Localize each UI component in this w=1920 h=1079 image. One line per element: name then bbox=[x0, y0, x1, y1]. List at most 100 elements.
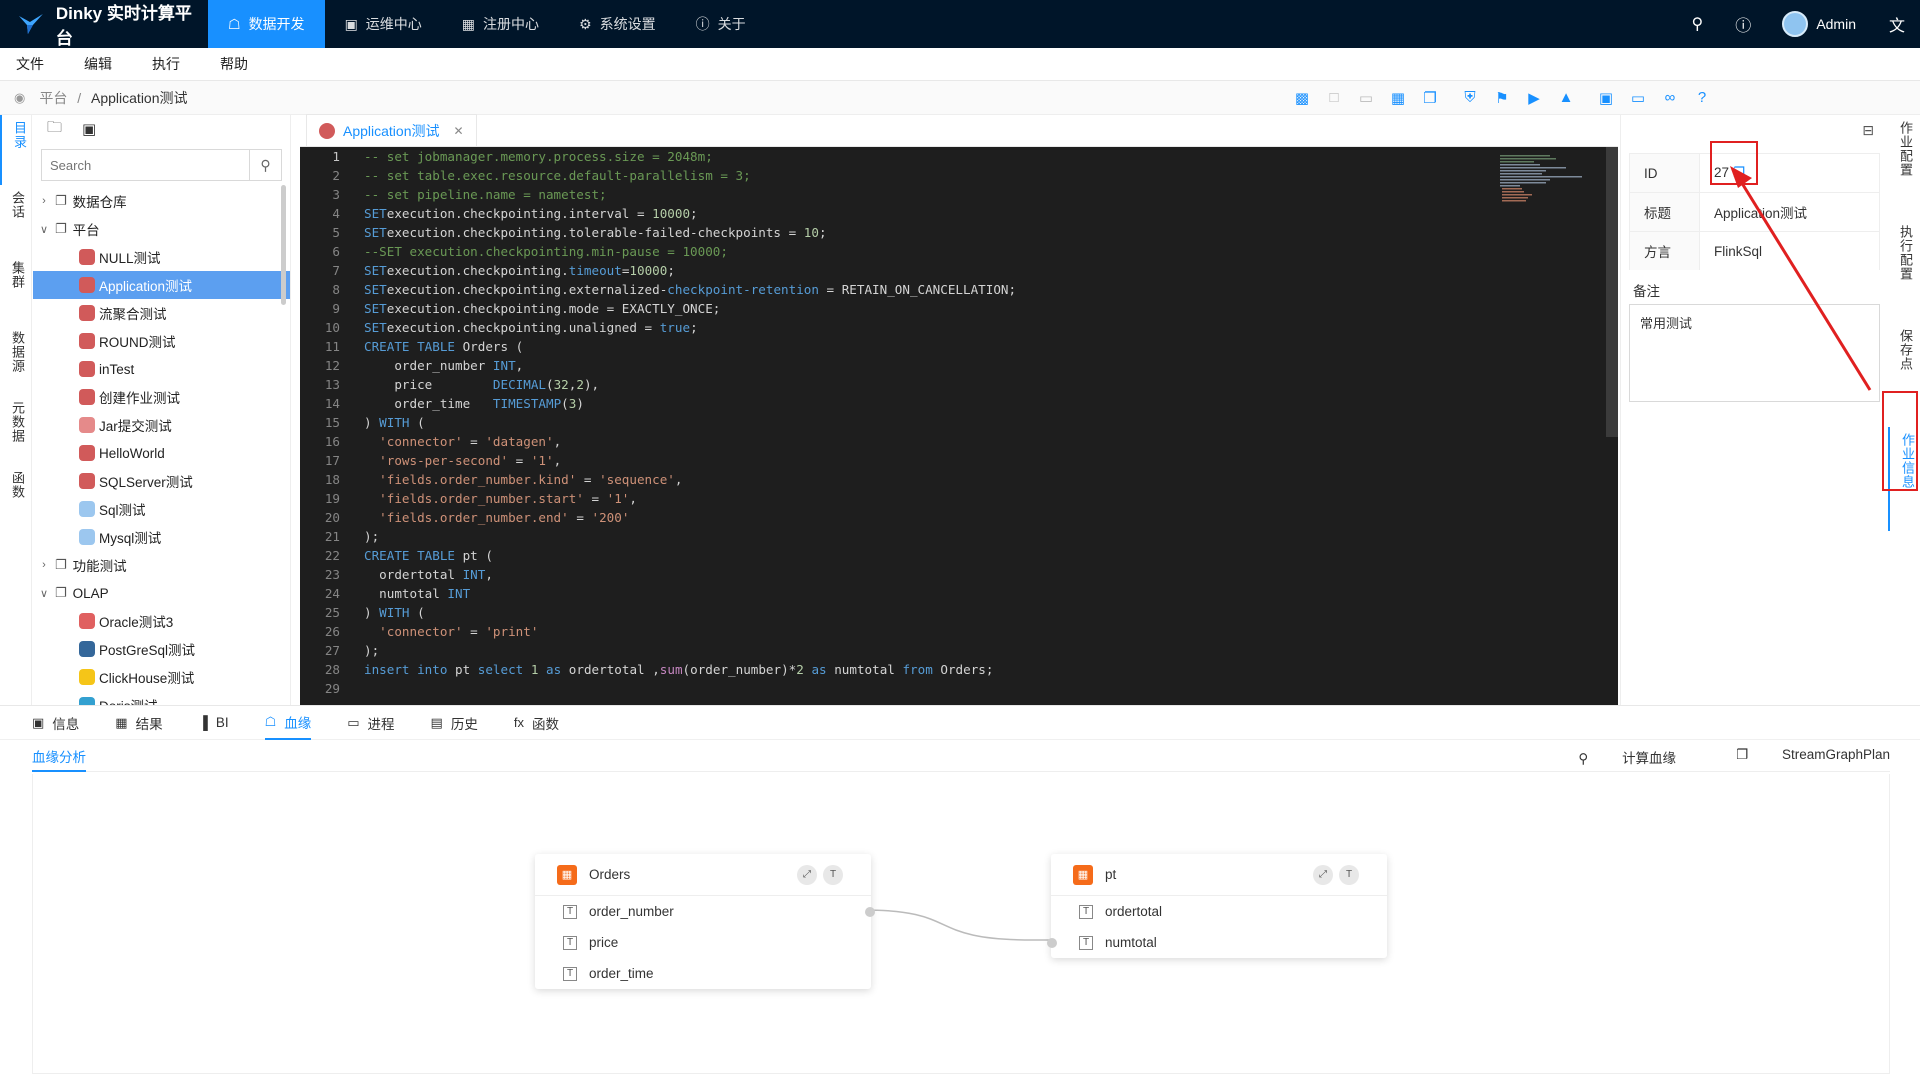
right-tab-1[interactable]: 执行配置 bbox=[1888, 219, 1915, 323]
console-icon[interactable]: ▩ bbox=[1286, 89, 1318, 107]
editor-scrollbar[interactable] bbox=[1606, 147, 1618, 437]
menu-item-1[interactable]: 编辑 bbox=[84, 54, 112, 74]
left-tab-4[interactable]: 元数据 bbox=[0, 395, 27, 465]
code-line: 23 ordertotal INT, bbox=[300, 565, 1618, 584]
editor-minimap[interactable] bbox=[1500, 153, 1590, 207]
lineage-column[interactable]: Tprice bbox=[535, 927, 871, 958]
question-icon[interactable]: ? bbox=[1686, 89, 1718, 107]
tree-node[interactable]: ClickHouse测试 bbox=[33, 663, 290, 691]
bottom-tab-2[interactable]: ▐ BI bbox=[199, 706, 229, 740]
flag-icon[interactable]: ⚑ bbox=[1486, 89, 1518, 107]
collapse-panel-icon[interactable]: ⊟ bbox=[1862, 122, 1874, 139]
search-button-icon[interactable]: ⚲ bbox=[249, 150, 281, 180]
edge-source-dot[interactable] bbox=[865, 906, 875, 917]
lineage-table-node[interactable]: ▦ pt ⤢ T Tordertotal Tnumtotal bbox=[1047, 854, 1387, 958]
tree-node[interactable]: inTest bbox=[33, 355, 290, 383]
delete-icon[interactable]: ▭ bbox=[1622, 89, 1654, 107]
tree-node[interactable]: ∨ ❐ 平台 bbox=[33, 215, 290, 243]
editor-tab[interactable]: Application测试 ✕ bbox=[306, 114, 477, 146]
help-icon[interactable]: ⓘ bbox=[1720, 12, 1766, 36]
left-tab-5[interactable]: 函数 bbox=[0, 465, 27, 535]
tree-node[interactable]: › ❐ 数据仓库 bbox=[33, 187, 290, 215]
run-icon[interactable]: ▶ bbox=[1518, 89, 1550, 107]
tree-node[interactable]: HelloWorld bbox=[33, 439, 290, 467]
check-icon[interactable]: ⛨ bbox=[1454, 89, 1486, 107]
tree-node[interactable]: Application测试 bbox=[33, 271, 290, 299]
line-number: 22 bbox=[324, 548, 340, 563]
code-text: ); bbox=[364, 643, 380, 658]
line-number: 12 bbox=[324, 358, 340, 373]
deploy-icon[interactable]: ▲ bbox=[1550, 89, 1582, 107]
nav-item-4[interactable]: ⓘ 关于 bbox=[676, 0, 766, 48]
nav-item-0[interactable]: ☖ 数据开发 bbox=[208, 0, 325, 48]
lineage-column[interactable]: Torder_number bbox=[535, 896, 875, 927]
folder-icon[interactable]: 🗀 bbox=[47, 117, 62, 142]
tree-node[interactable]: Sql测试 bbox=[33, 495, 290, 523]
menu-item-3[interactable]: 帮助 bbox=[220, 54, 248, 74]
tree-node[interactable]: Jar提交测试 bbox=[33, 411, 290, 439]
tree-node[interactable]: 流聚合测试 bbox=[33, 299, 290, 327]
nav-item-3[interactable]: ⚙ 系统设置 bbox=[559, 0, 676, 48]
copy-icon[interactable]: ❐ bbox=[1414, 89, 1446, 107]
tree-node[interactable]: ∨ ❐ OLAP bbox=[33, 579, 290, 607]
new-file-icon[interactable]: □ bbox=[1318, 89, 1350, 107]
edge-target-dot[interactable] bbox=[1047, 937, 1057, 948]
tree-node[interactable]: SQLServer测试 bbox=[33, 467, 290, 495]
left-tab-0[interactable]: 目录 bbox=[0, 115, 29, 185]
search-input[interactable] bbox=[42, 150, 249, 180]
tree-node[interactable]: 创建作业测试 bbox=[33, 383, 290, 411]
menu-item-2[interactable]: 执行 bbox=[152, 54, 180, 74]
bottom-tab-0[interactable]: ▣ 信息 bbox=[32, 706, 79, 740]
tree-node[interactable]: NULL测试 bbox=[33, 243, 290, 271]
bottom-tab-5[interactable]: ▤ 历史 bbox=[431, 706, 478, 740]
language-icon[interactable]: 文 bbox=[1874, 12, 1920, 36]
bottom-tab-4[interactable]: ▭ 进程 bbox=[347, 706, 394, 740]
camera-icon[interactable]: ▣ bbox=[1590, 89, 1622, 107]
close-icon[interactable]: ✕ bbox=[454, 124, 464, 138]
left-tab-1[interactable]: 会话 bbox=[0, 185, 27, 255]
lineage-table-name: pt bbox=[1105, 867, 1117, 882]
lineage-column-name: order_number bbox=[589, 904, 674, 919]
tree-node[interactable]: PostGreSql测试 bbox=[33, 635, 290, 663]
code-editor[interactable]: 1 -- set jobmanager.memory.process.size =… bbox=[300, 147, 1618, 705]
tree-scrollbar[interactable] bbox=[281, 185, 286, 305]
lineage-column[interactable]: Torder_time bbox=[535, 958, 871, 989]
tree-node[interactable]: ROUND测试 bbox=[33, 327, 290, 355]
lineage-column[interactable]: Tordertotal bbox=[1051, 896, 1387, 927]
chevron-right-icon[interactable]: › bbox=[33, 559, 55, 571]
chevron-down-icon[interactable]: ∨ bbox=[33, 587, 55, 600]
collapse-all-icon[interactable]: ▣ bbox=[82, 120, 96, 138]
breadcrumb-root[interactable]: 平台 bbox=[39, 90, 67, 106]
bottom-tab-3[interactable]: ☖ 血缘 bbox=[264, 706, 312, 740]
tree-node[interactable]: Mysql测试 bbox=[33, 523, 290, 551]
nav-item-2[interactable]: ▦ 注册中心 bbox=[442, 0, 559, 48]
expand-icon[interactable]: ⤢ bbox=[797, 864, 817, 885]
nav-item-1[interactable]: ▣ 运维中心 bbox=[325, 0, 442, 48]
lineage-column[interactable]: Tnumtotal bbox=[1047, 927, 1387, 958]
tree-node[interactable]: Oracle测试3 bbox=[33, 607, 290, 635]
menu-item-0[interactable]: 文件 bbox=[16, 54, 44, 74]
nav-item-label: 注册中心 bbox=[483, 16, 540, 32]
bottom-tab-6[interactable]: fx 函数 bbox=[514, 706, 559, 740]
open-folder-icon[interactable]: ▭ bbox=[1350, 89, 1382, 107]
lineage-canvas[interactable]: ▦ Orders ⤢ T Torder_number Tprice Torder_time ▦… bbox=[32, 774, 1890, 1074]
chevron-down-icon[interactable]: ∨ bbox=[33, 223, 55, 236]
stream-graph-plan-button[interactable]: ❐ StreamGraphPlan bbox=[1706, 747, 1890, 767]
chevron-right-icon[interactable]: › bbox=[33, 195, 55, 207]
user-menu[interactable]: Admin bbox=[1766, 11, 1874, 37]
tree-node[interactable]: › ❐ 功能测试 bbox=[33, 551, 290, 579]
lineage-table-node[interactable]: ▦ Orders ⤢ T Torder_number Tprice Torder_time bbox=[535, 854, 875, 989]
expand-icon[interactable]: ⤢ bbox=[1313, 864, 1333, 885]
app-logo[interactable]: Dinky 实时计算平台 bbox=[0, 0, 208, 49]
bottom-tab-1[interactable]: ▦ 结果 bbox=[115, 706, 162, 740]
lineage-analysis-tab[interactable]: 血缘分析 bbox=[32, 742, 86, 772]
save-icon[interactable]: ▦ bbox=[1382, 89, 1414, 107]
text-type-icon[interactable]: T bbox=[1339, 864, 1359, 885]
left-tab-3[interactable]: 数据源 bbox=[0, 325, 27, 395]
link-icon[interactable]: ∞ bbox=[1654, 89, 1686, 107]
left-tab-2[interactable]: 集群 bbox=[0, 255, 27, 325]
search-icon[interactable]: ⚲ bbox=[1674, 14, 1720, 34]
text-type-icon[interactable]: T bbox=[823, 864, 843, 885]
right-tab-0[interactable]: 作业配置 bbox=[1888, 115, 1915, 219]
compute-lineage-button[interactable]: ⚲ 计算血缘 bbox=[1548, 747, 1676, 767]
